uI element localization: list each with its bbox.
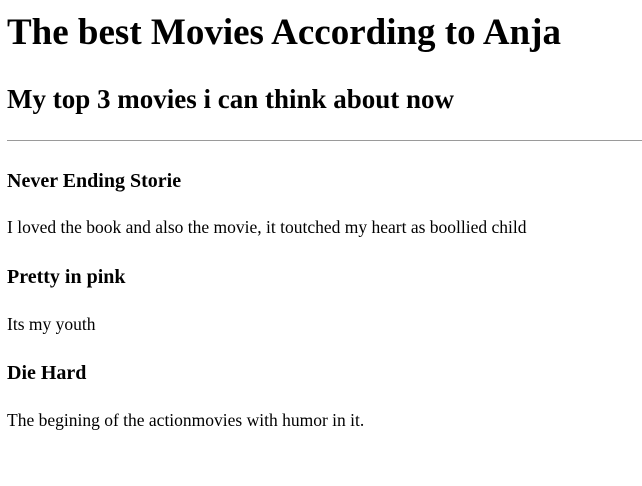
divider	[7, 140, 642, 141]
movie-title: Never Ending Storie	[7, 170, 182, 192]
page-subtitle: My top 3 movies i can think about now	[7, 84, 455, 114]
movie-comment: Its my youth	[7, 314, 96, 334]
movie-comment: I loved the book and also the movie, it …	[7, 217, 527, 237]
movie-title: Pretty in pink	[7, 266, 126, 288]
page-title: The best Movies According to Anja	[7, 12, 561, 53]
movie-comment: The begining of the actionmovies with hu…	[7, 410, 365, 430]
movie-title: Die Hard	[7, 362, 87, 384]
